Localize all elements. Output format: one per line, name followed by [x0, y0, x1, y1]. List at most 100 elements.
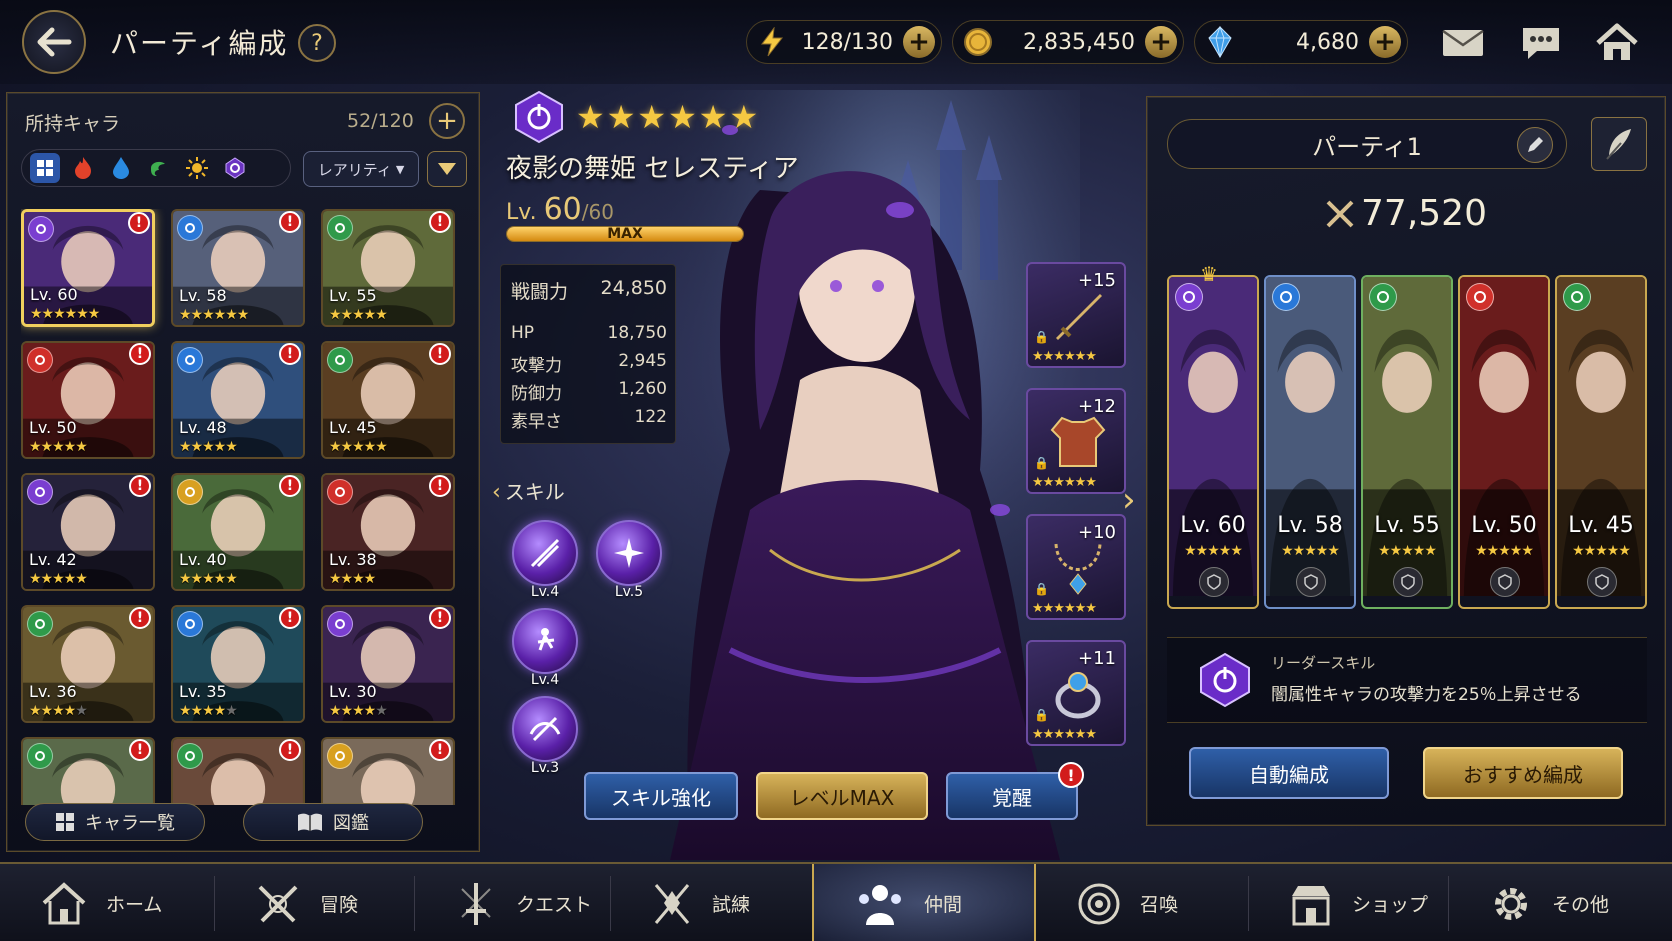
- nav-other[interactable]: その他: [1448, 864, 1672, 941]
- character-card[interactable]: ! Lv. 48 ★★★★★: [171, 341, 305, 459]
- auto-form-button[interactable]: 自動編成: [1189, 747, 1389, 799]
- stat-label: 攻撃力: [511, 356, 562, 376]
- skill-level: Lv.4: [530, 672, 560, 688]
- lock-icon: 🔒: [1034, 330, 1049, 344]
- card-stars: ★★★★★★: [179, 307, 249, 323]
- character-card[interactable]: ! Lv. 36 ★★★★★: [21, 605, 155, 723]
- equipment-armor[interactable]: +12 🔒 ★★★★★★: [1026, 388, 1126, 494]
- nav-home[interactable]: ホーム: [0, 864, 214, 941]
- add-gold-button[interactable]: +: [1145, 26, 1177, 58]
- party-power-value: 77,520: [1361, 193, 1487, 234]
- filter-wind-icon[interactable]: [144, 153, 174, 183]
- nav-label: 試練: [712, 894, 751, 916]
- party-member-slot[interactable]: Lv. 60 ★★★★★: [1167, 275, 1259, 609]
- add-gem-button[interactable]: +: [1369, 26, 1401, 58]
- filter-light-icon[interactable]: [182, 153, 212, 183]
- skill-level: Lv.4: [530, 584, 560, 600]
- chevron-left-icon[interactable]: ‹: [492, 480, 501, 505]
- codex-label: 図鑑: [333, 813, 369, 834]
- skill-2[interactable]: Lv.5: [596, 520, 666, 604]
- character-card[interactable]: ! Lv. 35 ★★★★★: [171, 605, 305, 723]
- level-max-button[interactable]: レベルMAX: [756, 772, 928, 820]
- skill-3[interactable]: Lv.4: [512, 608, 582, 692]
- equipment-ring[interactable]: +11 🔒 ★★★★★★: [1026, 640, 1126, 746]
- skill-4[interactable]: Lv.3: [512, 696, 582, 780]
- expand-roster-button[interactable]: +: [429, 103, 465, 139]
- rarity-stars: ★★★★★★: [576, 98, 761, 136]
- crown-icon: ♛: [1200, 262, 1218, 286]
- level-value: 60: [543, 192, 582, 227]
- nav-shop[interactable]: ショップ: [1248, 864, 1448, 941]
- chat-button[interactable]: [1516, 18, 1566, 68]
- rename-party-button[interactable]: [1517, 127, 1553, 163]
- party-member-slot[interactable]: Lv. 58 ★★★★★: [1264, 275, 1356, 609]
- summon-icon: [1078, 883, 1120, 924]
- water-element-icon: [1272, 283, 1300, 311]
- skill-level: Lv.5: [614, 584, 644, 600]
- skill-upgrade-button[interactable]: スキル強化: [584, 772, 738, 820]
- party-member-slot[interactable]: Lv. 50 ★★★★★: [1458, 275, 1550, 609]
- filter-dark-icon[interactable]: [220, 153, 250, 183]
- mail-button[interactable]: [1438, 18, 1488, 68]
- nav-adventure[interactable]: 冒険: [214, 864, 414, 941]
- character-card[interactable]: !: [171, 737, 305, 805]
- chevron-right-icon[interactable]: ›: [1122, 480, 1136, 520]
- water-element-icon: [177, 215, 203, 241]
- stat-value: 2,945: [618, 351, 667, 371]
- level-cap: /60: [581, 200, 614, 224]
- wind-element-icon: [27, 743, 53, 769]
- character-card[interactable]: ! Lv. 55 ★★★★★: [321, 209, 455, 327]
- nav-party[interactable]: 仲間: [812, 864, 1036, 941]
- nav-quest[interactable]: クエスト: [414, 864, 610, 941]
- party-memo-button[interactable]: [1591, 117, 1647, 171]
- home-button[interactable]: [1592, 18, 1642, 68]
- sort-select[interactable]: レアリティ ▼: [303, 151, 419, 187]
- sort-order-button[interactable]: [427, 151, 467, 187]
- leader-skill: リーダースキル 闇属性キャラの攻撃力を25％上昇させる: [1167, 637, 1647, 723]
- character-card[interactable]: !: [21, 737, 155, 805]
- roster-panel: 所持キャラ 52/120 + レアリティ ▼ ! Lv. 60 ★★★★★★! Lv.…: [6, 92, 480, 852]
- card-stars: ★★★★: [329, 571, 376, 587]
- help-button[interactable]: ?: [298, 24, 336, 62]
- skill-level: Lv.3: [530, 760, 560, 776]
- party-member-slot[interactable]: Lv. 55 ★★★★★: [1361, 275, 1453, 609]
- envelope-icon: [1442, 29, 1484, 56]
- codex-button[interactable]: 図鑑: [243, 803, 423, 841]
- gem-value: 4,680: [1296, 29, 1359, 55]
- character-card[interactable]: ! Lv. 42 ★★★★★: [21, 473, 155, 591]
- sort-label: レアリティ: [317, 160, 392, 179]
- nav-trial[interactable]: 試練: [610, 864, 810, 941]
- character-card[interactable]: ! Lv. 60 ★★★★★★: [21, 209, 155, 327]
- role-shield-icon: [1393, 567, 1423, 597]
- character-card[interactable]: ! Lv. 40 ★★★★★: [171, 473, 305, 591]
- new-alert-badge: !: [279, 739, 301, 761]
- add-stamina-button[interactable]: +: [903, 26, 935, 58]
- nav-summon[interactable]: 召喚: [1036, 864, 1248, 941]
- party-member-slot[interactable]: Lv. 45 ★★★★★: [1555, 275, 1647, 609]
- character-card[interactable]: ! Lv. 58 ★★★★★★: [171, 209, 305, 327]
- dark-element-icon: [28, 216, 54, 242]
- character-card[interactable]: ! Lv. 50 ★★★★★: [21, 341, 155, 459]
- new-alert-badge: !: [129, 343, 151, 365]
- equipment-necklace[interactable]: +10 🔒 ★★★★★★: [1026, 514, 1126, 620]
- character-card[interactable]: ! Lv. 30 ★★★★★: [321, 605, 455, 723]
- character-list-button[interactable]: キャラ一覧: [25, 803, 205, 841]
- light-element-icon: [327, 743, 353, 769]
- party-name-field[interactable]: パーティ1: [1167, 119, 1567, 169]
- card-level: Lv. 48: [179, 418, 227, 437]
- card-stars: ★★★★★: [329, 307, 388, 323]
- recommended-form-button[interactable]: おすすめ編成: [1423, 747, 1623, 799]
- filter-water-icon[interactable]: [106, 153, 136, 183]
- equipment-weapon[interactable]: +15 🔒 ★★★★★★: [1026, 262, 1126, 368]
- card-stars: ★★★★★: [179, 703, 238, 719]
- card-level: Lv. 35: [179, 682, 227, 701]
- back-button[interactable]: [22, 10, 86, 74]
- filter-fire-icon[interactable]: [68, 153, 98, 183]
- character-card[interactable]: ! Lv. 45 ★★★★★: [321, 341, 455, 459]
- character-card[interactable]: ! Lv. 38 ★★★★: [321, 473, 455, 591]
- skill-1[interactable]: Lv.4: [512, 520, 582, 604]
- character-card[interactable]: !: [321, 737, 455, 805]
- filter-all-icon[interactable]: [30, 153, 60, 183]
- lock-icon: 🔒: [1034, 708, 1049, 722]
- member-level: Lv. 60: [1180, 513, 1246, 538]
